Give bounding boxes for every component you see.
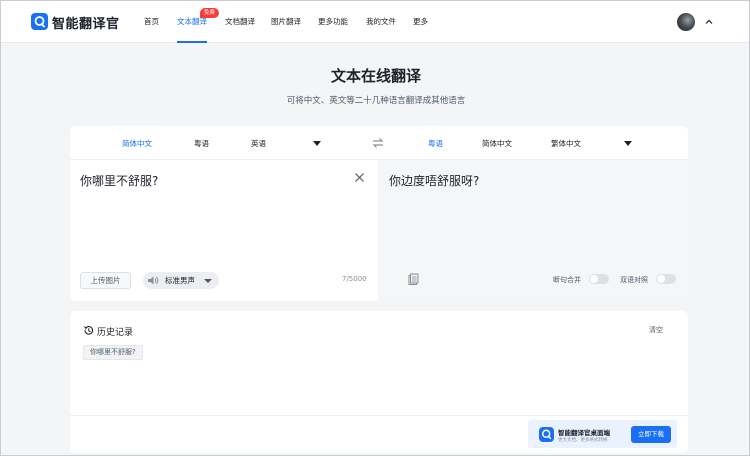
merge-sentences-toggle[interactable] — [589, 274, 609, 284]
page-title: 文本在线翻译 — [330, 67, 421, 85]
upload-image-button[interactable]: 上传图片 — [80, 272, 131, 289]
copy-icon[interactable] — [408, 273, 419, 285]
history-item[interactable]: 你哪里不舒服? — [83, 345, 143, 360]
user-avatar[interactable] — [677, 13, 695, 31]
promo-title: 智能翻译官桌面端 — [558, 429, 610, 437]
source-lang-english[interactable]: 英语 — [251, 138, 266, 149]
free-badge: 免费 — [200, 8, 220, 18]
voice-label: 标准男声 — [165, 276, 195, 285]
promo-subtitle: 更大文档、更多格式转换 — [558, 438, 608, 443]
app-logo-icon[interactable] — [31, 13, 48, 30]
nav-image-translate[interactable]: 图片翻译 — [271, 16, 301, 27]
page-subtitle: 可将中文、英文等二十几种语言翻译成其他语言 — [286, 96, 466, 106]
nav-my-files[interactable]: 我的文件 — [366, 16, 396, 27]
translator-card: 简体中文 粤语 英语 粤语 简体中文 繁体中文 你哪里不舒服? 上传图片 标准男… — [70, 126, 688, 301]
target-lang-simplified-chinese[interactable]: 简体中文 — [482, 138, 512, 149]
nav-home[interactable]: 首页 — [144, 16, 159, 27]
history-title: 历史记录 — [97, 328, 134, 338]
active-nav-underline — [177, 41, 207, 43]
clear-history-button[interactable]: 清空 — [649, 325, 663, 335]
target-lang-dropdown-icon[interactable] — [624, 141, 632, 146]
nav-more[interactable]: 更多 — [413, 16, 428, 27]
source-text-input[interactable]: 你哪里不舒服? — [80, 172, 158, 189]
source-lang-dropdown-icon[interactable] — [313, 141, 321, 146]
source-lang-simplified-chinese[interactable]: 简体中文 — [122, 138, 152, 149]
desktop-app-promo[interactable]: 智能翻译官桌面端 更大文档、更多格式转换 立即下载 — [528, 420, 677, 448]
source-lang-cantonese[interactable]: 粤语 — [194, 138, 209, 149]
target-lang-traditional-chinese[interactable]: 繁体中文 — [551, 138, 581, 149]
nav-doc-translate[interactable]: 文档翻译 — [225, 16, 255, 27]
divider — [70, 415, 688, 416]
source-text-pane[interactable]: 你哪里不舒服? 上传图片 标准男声 7/5000 — [70, 160, 378, 301]
brand-name[interactable]: 智能翻译官 — [52, 13, 120, 32]
history-clock-icon — [84, 326, 94, 335]
language-bar: 简体中文 粤语 英语 粤语 简体中文 繁体中文 — [70, 126, 688, 160]
app-logo-icon — [539, 427, 554, 442]
nav-more-features[interactable]: 更多功能 — [318, 16, 348, 27]
target-lang-cantonese[interactable]: 粤语 — [428, 138, 443, 149]
bilingual-toggle[interactable] — [656, 274, 676, 284]
bilingual-label: 双语对照 — [620, 276, 648, 284]
voice-select[interactable]: 标准男声 — [143, 272, 219, 289]
chevron-down-icon — [204, 279, 212, 283]
speaker-icon — [148, 276, 159, 285]
target-text-pane: 你边度唔舒服呀? 断句合并 双语对照 — [378, 160, 688, 301]
translated-text: 你边度唔舒服呀? — [389, 174, 480, 188]
swap-languages-icon[interactable] — [371, 136, 385, 150]
top-nav-bar: 智能翻译官 首页 文本翻译 免费 文档翻译 图片翻译 更多功能 我的文件 更多 — [1, 1, 749, 43]
merge-sentences-label: 断句合并 — [553, 276, 581, 284]
download-button[interactable]: 立即下载 — [631, 426, 671, 443]
char-count: 7/5000 — [342, 275, 367, 283]
chevron-up-icon[interactable] — [705, 18, 713, 26]
clear-text-icon[interactable] — [354, 172, 365, 183]
